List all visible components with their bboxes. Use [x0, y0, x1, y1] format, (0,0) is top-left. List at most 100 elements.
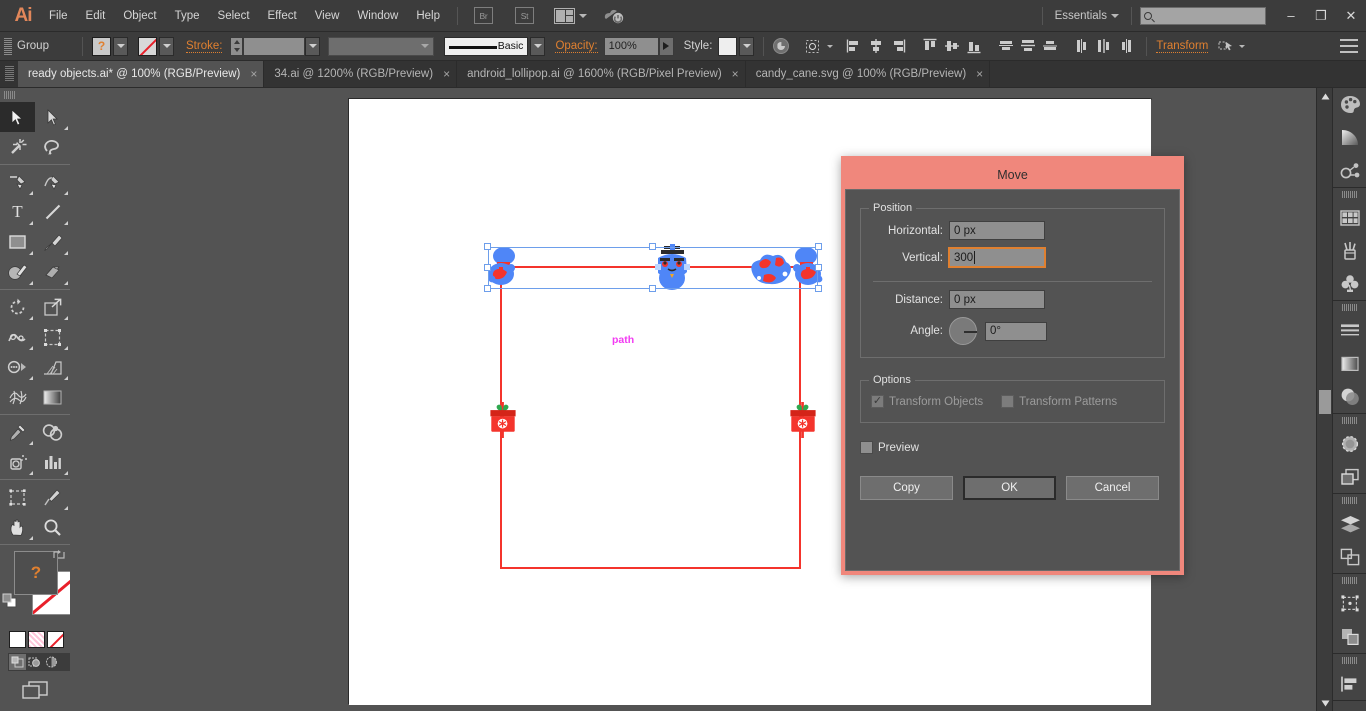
curvature-tool-icon[interactable] [35, 167, 70, 197]
color-guide-panel-icon[interactable] [1333, 121, 1366, 154]
align-horizontal-center-icon[interactable] [866, 37, 886, 56]
menu-type[interactable]: Type [166, 6, 209, 26]
menu-edit[interactable]: Edit [77, 6, 115, 26]
opacity-label[interactable]: Opacity: [555, 40, 598, 53]
selection-tool-icon[interactable] [0, 102, 35, 132]
eraser-tool-icon[interactable] [35, 257, 70, 287]
slice-tool-icon[interactable] [35, 482, 70, 512]
dock-group-grip[interactable] [1333, 574, 1366, 587]
close-icon[interactable]: × [976, 67, 983, 81]
distribute-top-edges-icon[interactable] [996, 37, 1016, 56]
dock-group-grip[interactable] [1333, 414, 1366, 427]
selection-handle-tr[interactable] [815, 243, 822, 250]
column-graph-tool-icon[interactable] [35, 447, 70, 477]
selection-handle-tc[interactable] [649, 243, 656, 250]
angle-input[interactable]: 0° [985, 321, 1047, 341]
paintbrush-tool-icon[interactable] [35, 227, 70, 257]
panel-grip[interactable] [4, 37, 12, 55]
pen-tool-icon[interactable] [0, 167, 35, 197]
align-to-selection-icon[interactable] [802, 37, 822, 56]
draw-normal-icon[interactable] [9, 654, 26, 670]
menu-select[interactable]: Select [209, 6, 259, 26]
restore-button[interactable]: ❐ [1306, 5, 1336, 27]
dock-group-grip[interactable] [1333, 301, 1366, 314]
brushes-panel-icon[interactable] [1333, 234, 1366, 267]
isolate-selected-object-icon[interactable] [1218, 39, 1235, 54]
stroke-weight-dropdown[interactable] [305, 36, 321, 56]
fill-dropdown-button[interactable] [113, 36, 128, 56]
color-swatch-button[interactable] [9, 631, 26, 648]
stroke-weight-input[interactable] [243, 36, 306, 56]
distribute-left-edges-icon[interactable] [1072, 37, 1092, 56]
align-top-edges-icon[interactable] [920, 37, 940, 56]
zoom-tool-icon[interactable] [35, 512, 70, 542]
scrollbar-thumb[interactable] [1319, 390, 1331, 414]
selection-handle-bl[interactable] [484, 285, 491, 292]
arrange-documents-icon[interactable] [554, 7, 587, 24]
stroke-weight-stepper[interactable] [230, 36, 244, 56]
shape-builder-tool-icon[interactable] [0, 352, 35, 382]
selection-handle-tl[interactable] [484, 243, 491, 250]
stroke-color-swatch[interactable] [138, 36, 157, 56]
color-panel-icon[interactable] [1333, 88, 1366, 121]
gradient-swatch-button[interactable] [28, 631, 45, 648]
opacity-flyout-button[interactable] [658, 36, 674, 56]
tab-candy-cane[interactable]: candy_cane.svg @ 100% (RGB/Preview) × [745, 61, 991, 87]
stroke-panel-icon[interactable] [1333, 314, 1366, 347]
distribute-vertical-center-icon[interactable] [1018, 37, 1038, 56]
move-dialog[interactable]: Move Position Horizontal: 0 px Vertical:… [841, 156, 1184, 575]
draw-inside-icon[interactable] [43, 654, 60, 670]
minimize-button[interactable]: – [1276, 5, 1306, 27]
pathfinder-panel-icon[interactable] [1333, 620, 1366, 653]
symbols-panel-icon[interactable] [1333, 267, 1366, 300]
tab-bar-grip[interactable] [5, 66, 14, 82]
lasso-tool-icon[interactable] [35, 132, 70, 162]
align-bottom-edges-icon[interactable] [964, 37, 984, 56]
artboards-panel-icon[interactable] [1333, 540, 1366, 573]
dock-group-grip[interactable] [1333, 494, 1366, 507]
brush-dropdown-button[interactable] [530, 36, 546, 56]
mesh-tool-icon[interactable] [0, 382, 35, 412]
menu-window[interactable]: Window [348, 6, 407, 26]
workspace-switcher[interactable]: Essentials [1051, 10, 1123, 22]
brush-definition-select[interactable]: Basic [444, 36, 529, 56]
menu-help[interactable]: Help [407, 6, 449, 26]
color-themes-panel-icon[interactable] [1333, 154, 1366, 187]
menu-view[interactable]: View [306, 6, 349, 26]
ok-button[interactable]: OK [963, 476, 1056, 500]
menu-object[interactable]: Object [114, 6, 165, 26]
menu-file[interactable]: File [40, 6, 77, 26]
transform-patterns-checkbox[interactable] [1001, 395, 1015, 408]
canvas-vertical-scrollbar[interactable] [1316, 88, 1332, 711]
layers-panel-icon[interactable] [1333, 507, 1366, 540]
graphic-style-swatch[interactable] [718, 36, 738, 56]
scroll-up-arrow-icon[interactable] [1317, 88, 1333, 104]
copy-button[interactable]: Copy [860, 476, 953, 500]
search-input[interactable] [1140, 6, 1266, 25]
magic-wand-tool-icon[interactable] [0, 132, 35, 162]
transform-panel-icon[interactable] [1333, 587, 1366, 620]
align-left-edges-icon[interactable] [844, 37, 864, 56]
hand-tool-icon[interactable] [0, 512, 35, 542]
opacity-input[interactable]: 100% [603, 36, 659, 56]
transform-panel-link[interactable]: Transform [1156, 40, 1209, 53]
stroke-label[interactable]: Stroke: [186, 40, 223, 53]
swatches-panel-icon[interactable] [1333, 201, 1366, 234]
eyedropper-tool-icon[interactable] [0, 417, 35, 447]
selection-handle-br[interactable] [815, 285, 822, 292]
rotate-tool-icon[interactable] [0, 292, 35, 322]
perspective-grid-tool-icon[interactable] [35, 352, 70, 382]
stroke-profile-select[interactable] [328, 36, 435, 56]
transparency-panel-icon[interactable] [1333, 380, 1366, 413]
none-swatch-button[interactable] [47, 631, 64, 648]
tab-android-lollipop[interactable]: android_lollipop.ai @ 1600% (RGB/Pixel P… [457, 61, 746, 87]
selection-handle-mr[interactable] [815, 264, 822, 271]
isolate-chevron-icon[interactable] [1239, 44, 1246, 48]
width-tool-icon[interactable] [0, 322, 35, 352]
distance-input[interactable]: 0 px [949, 290, 1045, 309]
horizontal-input[interactable]: 0 px [949, 221, 1045, 240]
close-icon[interactable]: × [732, 67, 739, 81]
align-right-edges-icon[interactable] [888, 37, 908, 56]
dock-group-grip[interactable] [1333, 188, 1366, 201]
dock-group-grip[interactable] [1333, 654, 1366, 667]
